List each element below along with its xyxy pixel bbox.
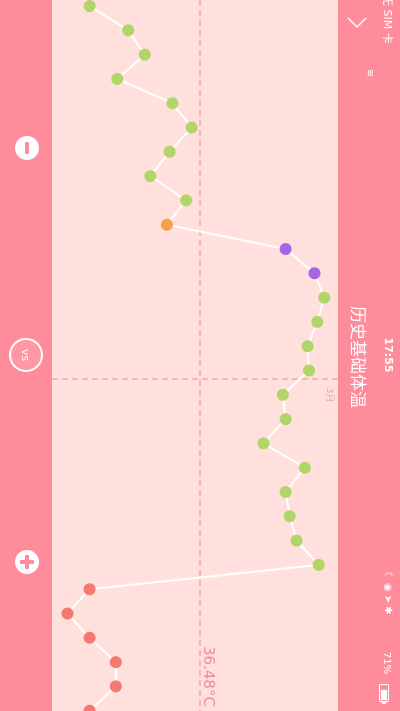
vs-compare-button[interactable]: vs	[9, 338, 43, 372]
temperature-point-12	[308, 267, 321, 280]
temperature-point-27	[83, 631, 96, 644]
temperature-point-2	[122, 24, 135, 37]
zoom-out-button[interactable]	[15, 136, 39, 160]
temperature-point-18	[279, 413, 292, 426]
left-action-rail: vs	[0, 0, 52, 711]
temperature-point-16	[303, 364, 315, 377]
temperature-point-23	[290, 534, 303, 547]
temperature-point-5	[166, 97, 179, 110]
temperature-point-3	[138, 48, 151, 61]
temperature-point-29	[109, 680, 122, 693]
month-marker-label: 3月	[324, 387, 334, 403]
temperature-point-24	[312, 558, 325, 571]
temperature-point-9	[180, 194, 193, 207]
page-title: 历史基础体温	[347, 306, 367, 408]
clock-time: 17:55	[382, 337, 395, 373]
back-icon[interactable]	[346, 10, 368, 36]
temperature-point-21	[279, 486, 292, 498]
temperature-point-10	[160, 218, 173, 231]
wifi-icon: ≋	[364, 68, 375, 78]
temperature-point-7	[163, 145, 176, 158]
temperature-point-22	[283, 510, 296, 523]
temperature-chart-area[interactable]	[52, 0, 338, 711]
zoom-in-button[interactable]	[15, 550, 39, 574]
temperature-point-14	[311, 315, 324, 328]
temperature-point-11	[279, 243, 292, 255]
status-icons: ☾◉➤✱	[382, 571, 393, 618]
temperature-point-6	[185, 121, 198, 134]
temperature-point-26	[61, 607, 74, 620]
temperature-series-line	[66, 5, 326, 711]
battery-percent: 71%	[381, 651, 392, 675]
reference-temperature-label: 36.48°C	[200, 646, 218, 707]
temperature-point-19	[257, 437, 270, 450]
temperature-point-15	[301, 340, 314, 353]
temperature-point-4	[111, 72, 124, 85]
battery-icon	[379, 684, 391, 704]
vs-label: vs	[19, 348, 33, 362]
temperature-chart	[52, 0, 338, 711]
temperature-point-25	[83, 583, 96, 596]
temperature-point-17	[276, 388, 289, 401]
temperature-point-13	[318, 291, 331, 304]
temperature-point-28	[109, 656, 122, 669]
temperature-point-1	[83, 0, 96, 12]
temperature-point-8	[144, 170, 157, 183]
carrier-label: 无 SIM 卡	[381, 0, 394, 44]
temperature-point-20	[298, 461, 311, 474]
